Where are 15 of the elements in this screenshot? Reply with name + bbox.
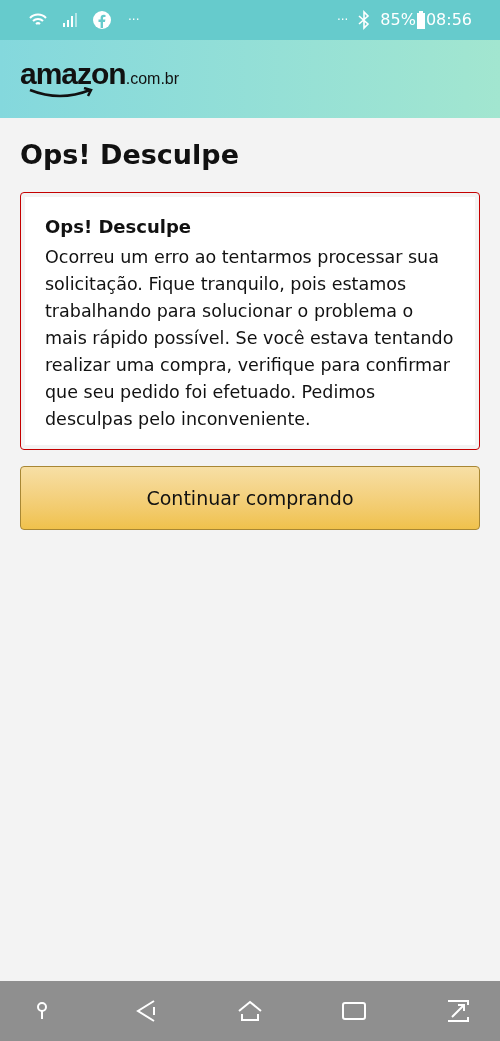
more-indicator: ···: [128, 12, 140, 29]
alert-title: Ops! Desculpe: [45, 214, 192, 239]
clock-time: 08:56: [425, 9, 472, 31]
logo-domain: .com.br: [125, 69, 180, 89]
battery-percent: 85%: [380, 9, 416, 31]
alert-message: Ocorreu um erro ao tentarmos processar sua solicitação. Fique tranquilo, pois estamos trabalhando para solucionar o problema o mais rápido possível. Se você estava tentando realizar uma compra, verifique para confirmar que seu pedido foi efetuado. Pedimos desculpas pelo inconveniente.: [45, 245, 455, 431]
battery-icon: [415, 10, 426, 30]
continue-shopping-button[interactable]: Continuar comprando: [20, 465, 480, 530]
facebook-icon: [92, 10, 112, 30]
signal-icon: [60, 10, 80, 30]
more-indicator: ···: [336, 12, 349, 29]
page-title: Ops! Desculpe: [20, 138, 240, 172]
smile-arrow-icon: [28, 87, 96, 99]
logo-wordmark: amazon: [20, 59, 126, 89]
amazon-logo[interactable]: amazon.com.br: [20, 59, 180, 99]
